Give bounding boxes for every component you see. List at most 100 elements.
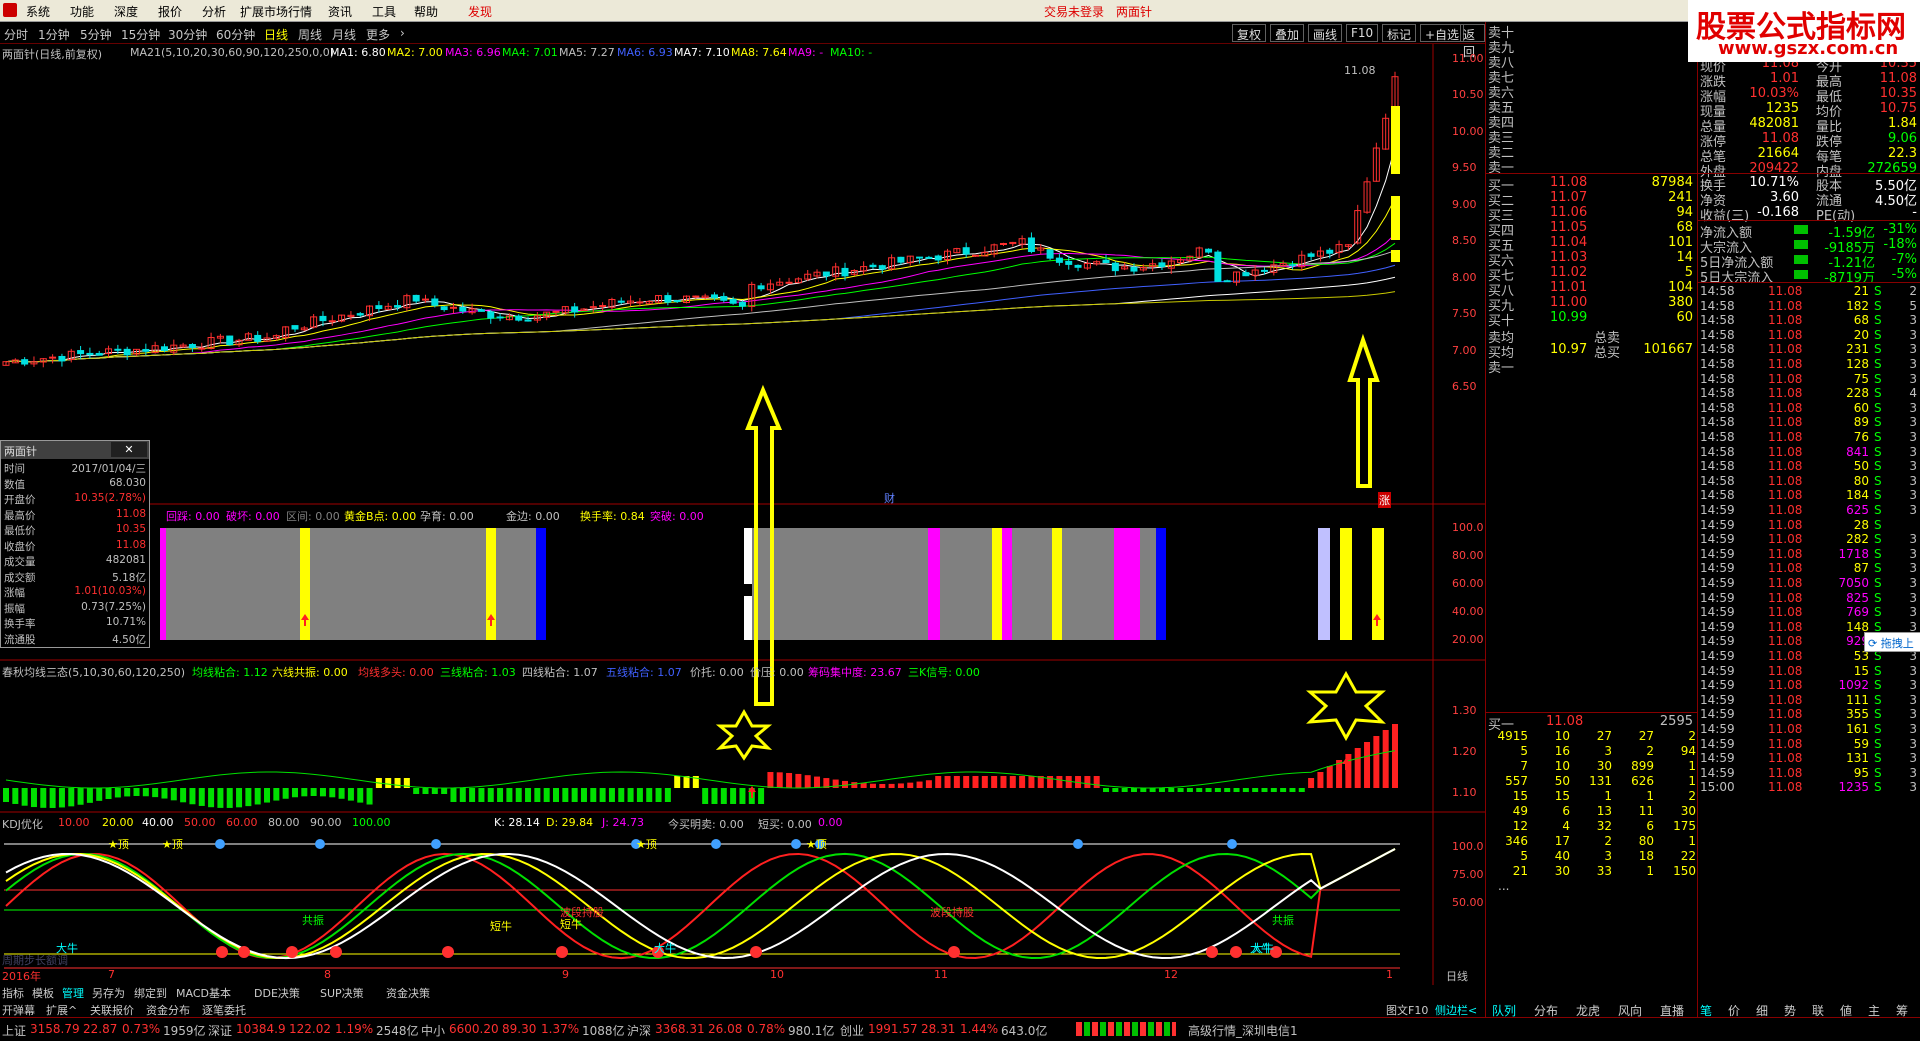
- info-row: 成交量 482081: [1, 554, 149, 569]
- menu-discover[interactable]: 发现: [468, 3, 492, 20]
- kdj-blue-dot: [215, 839, 225, 849]
- bottom-tab2-4[interactable]: 逐笔委托: [202, 1002, 246, 1018]
- period-month[interactable]: 月线: [332, 26, 356, 43]
- btn-draw[interactable]: 画线: [1308, 24, 1343, 42]
- bottom-tab2-0[interactable]: 开弹幕: [2, 1002, 35, 1018]
- period-arrow-right-icon[interactable]: ›: [400, 26, 405, 40]
- bottom-tab2-1[interactable]: 扩展^: [46, 1002, 77, 1018]
- queue-cell: 12: [1512, 819, 1528, 833]
- menu-system[interactable]: 系统: [26, 3, 50, 20]
- tick-volume: 15: [1853, 663, 1869, 678]
- ind2-histogram-bar: [786, 772, 793, 788]
- server-status[interactable]: 高级行情_深圳电信1: [1188, 1022, 1298, 1039]
- quote-panel: 卖十 卖九 卖八 卖七 卖六 卖五 卖四 卖三 卖二 卖一 买一 11.08 87984 买二 11.07 2…: [1485, 22, 1920, 1018]
- kdj-level-40: 40.00: [142, 816, 174, 829]
- tick-count: 3: [1909, 736, 1917, 751]
- candle-body: [77, 350, 85, 355]
- login-status[interactable]: 交易未登录: [1044, 3, 1104, 20]
- menu-tools[interactable]: 工具: [372, 3, 396, 20]
- period-1min[interactable]: 1分钟: [38, 26, 70, 43]
- bottom-tab-6[interactable]: DDE决策: [254, 985, 300, 1001]
- bottom-tab-7[interactable]: SUP决策: [320, 985, 364, 1001]
- menu-help[interactable]: 帮助: [414, 3, 438, 20]
- close-icon[interactable]: ✕: [111, 442, 147, 457]
- ind2-histogram-bar: [730, 788, 737, 804]
- bottom-tab-1[interactable]: 模板: [32, 985, 54, 1001]
- period-timeshare[interactable]: 分时: [4, 26, 28, 43]
- index-change: 122.02: [289, 1022, 331, 1036]
- tick-time: 14:59: [1700, 751, 1735, 766]
- finance-marker[interactable]: 财: [884, 490, 895, 506]
- bottom-tab-0[interactable]: 指标: [2, 985, 24, 1001]
- period-15min[interactable]: 15分钟: [121, 26, 160, 43]
- btn-adjust[interactable]: 复权: [1232, 24, 1267, 42]
- ind2-histogram-bar: [273, 788, 280, 801]
- sidebar-toggle[interactable]: 侧边栏<: [1435, 1002, 1477, 1018]
- ticks-divider: [1698, 282, 1920, 283]
- menu-news[interactable]: 资讯: [328, 3, 352, 20]
- ind2-histogram-bar: [767, 772, 774, 788]
- candle-body: [841, 267, 849, 277]
- menu-function[interactable]: 功能: [70, 3, 94, 20]
- stat2-value2: 4.50亿: [1875, 194, 1917, 209]
- tick-count: 3: [1909, 313, 1917, 328]
- btn-back[interactable]: 返回: [1460, 24, 1485, 59]
- bottom-tab2-3[interactable]: 资金分布: [146, 1002, 190, 1018]
- btn-f10[interactable]: F10: [1346, 24, 1379, 42]
- menu-quote[interactable]: 报价: [158, 3, 182, 20]
- queue-cell: 4915: [1497, 729, 1528, 743]
- f10-graphic-tab[interactable]: 图文F10: [1386, 1002, 1428, 1018]
- chart-canvas[interactable]: [0, 44, 1485, 994]
- period-30min[interactable]: 30分钟: [168, 26, 207, 43]
- ind2-histogram-bar: [888, 783, 895, 788]
- tick-side: S: [1874, 663, 1882, 678]
- ind2-histogram-bar: [68, 788, 75, 807]
- menu-depth[interactable]: 深度: [114, 3, 138, 20]
- tick-time: 15:00: [1700, 780, 1735, 795]
- tick-side: S: [1874, 488, 1882, 503]
- btn-overlay[interactable]: 叠加: [1270, 24, 1305, 42]
- period-week[interactable]: 周线: [298, 26, 322, 43]
- stat-value2: 1.84: [1888, 116, 1917, 131]
- bottom-tab2-2[interactable]: 关联报价: [90, 1002, 134, 1018]
- kdj-y-tick: 50.00: [1452, 896, 1484, 909]
- queue-cell: 94: [1680, 744, 1696, 758]
- total-label: 总买: [1594, 346, 1621, 361]
- buy-level-volume: 380: [1668, 295, 1693, 310]
- kdj-red-dot: [948, 946, 960, 958]
- bottom-tab-2[interactable]: 管理: [62, 985, 84, 1001]
- float-drag-button[interactable]: ⟳ 拖拽上: [1864, 632, 1920, 652]
- period-5min[interactable]: 5分钟: [80, 26, 112, 43]
- tick-price: 11.08: [1768, 780, 1803, 795]
- kdj-red-dot: [442, 946, 454, 958]
- info-value: 10.35(2.78%): [74, 492, 146, 504]
- info-row: 收盘价 11.08: [1, 539, 149, 554]
- menu-analysis[interactable]: 分析: [202, 3, 226, 20]
- queue-cell: 22: [1680, 849, 1696, 863]
- btn-mark[interactable]: 标记: [1382, 24, 1417, 42]
- ind2-histogram-bar: [3, 788, 9, 802]
- tick-time: 14:59: [1700, 605, 1735, 620]
- queue-cell: 40: [1554, 849, 1570, 863]
- info-label: 最低价: [4, 525, 36, 537]
- date-axis-period[interactable]: 日线: [1446, 968, 1468, 984]
- app-logo-icon: [3, 3, 17, 17]
- arrow-up-annotation-2: [1347, 333, 1380, 488]
- ind2-histogram-bar: [366, 788, 373, 805]
- candle-body: [328, 320, 336, 323]
- period-day[interactable]: 日线: [264, 26, 288, 43]
- bottom-tab-8[interactable]: 资金决策: [386, 985, 430, 1001]
- menu-ext-market[interactable]: 扩展市场行情: [240, 3, 312, 20]
- period-60min[interactable]: 60分钟: [216, 26, 255, 43]
- bottom-tab-3[interactable]: 另存为: [92, 985, 125, 1001]
- tick-price: 11.08: [1768, 342, 1803, 357]
- btn-add-watch[interactable]: +自选: [1420, 24, 1465, 42]
- bottom-tab-5[interactable]: MACD基本: [176, 985, 231, 1001]
- chart-area[interactable]: 两面针(日线,前复权) MA21(5,10,20,30,60,90,120,25…: [0, 44, 1485, 994]
- candle-body: [477, 309, 485, 312]
- period-more[interactable]: 更多: [366, 26, 390, 43]
- info-row: 数值 68.030: [1, 477, 149, 492]
- limit-up-marker[interactable]: 涨: [1378, 492, 1391, 508]
- bottom-tab-4[interactable]: 绑定到: [134, 985, 167, 1001]
- tick-volume: 128: [1846, 357, 1869, 371]
